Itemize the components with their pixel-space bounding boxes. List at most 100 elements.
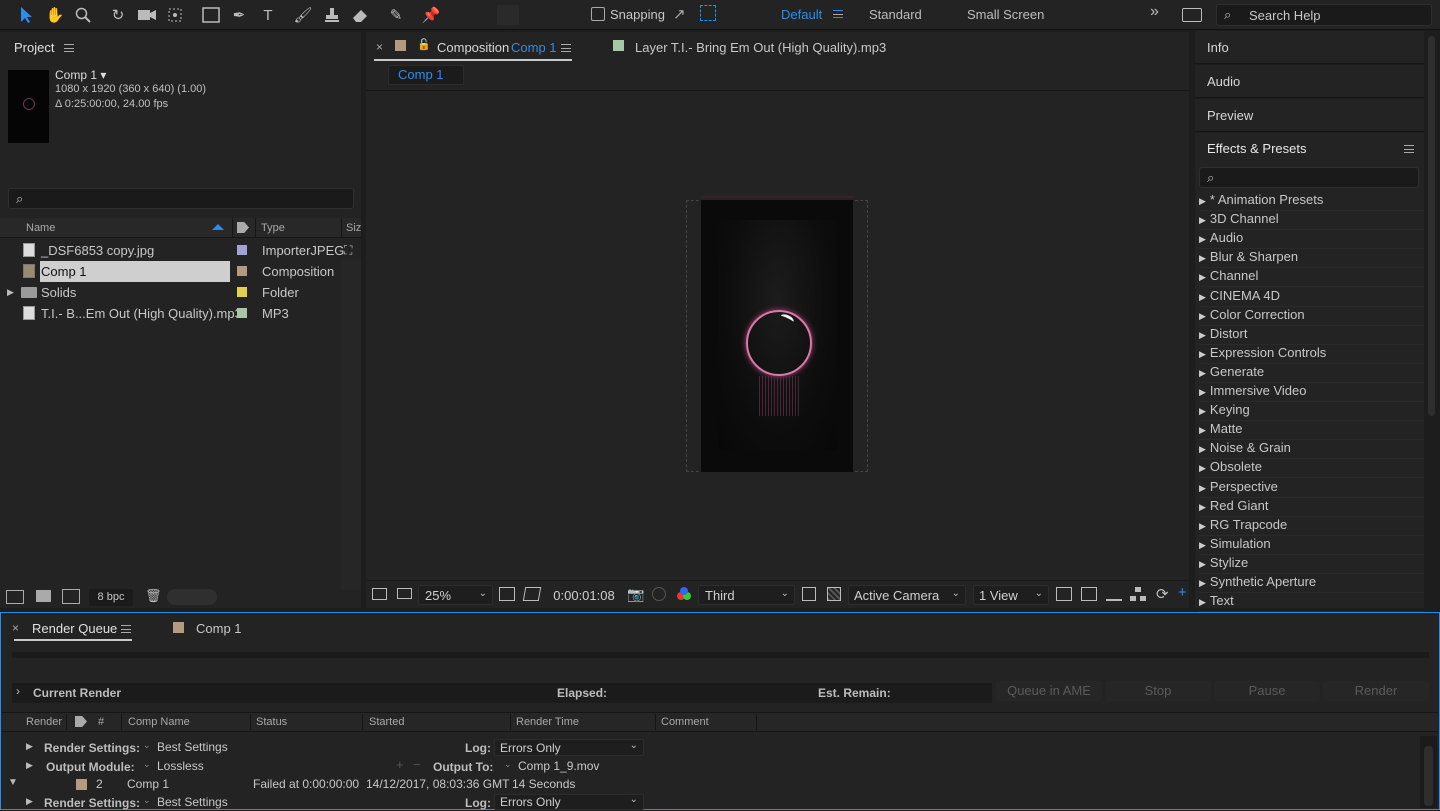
workspace-standard[interactable]: Standard xyxy=(869,7,922,22)
render-queue-scrollbar[interactable] xyxy=(1420,736,1437,808)
add-viewer-icon[interactable]: + xyxy=(1178,584,1187,601)
chevron-down-icon[interactable]: ⌄ xyxy=(143,795,151,806)
effects-menu-icon[interactable] xyxy=(1404,145,1414,153)
workspace-small-screen[interactable]: Small Screen xyxy=(967,7,1044,22)
chevron-down-icon[interactable]: ⌄ xyxy=(143,759,151,770)
eraser-tool-icon[interactable] xyxy=(348,3,372,27)
world-axis-icon[interactable] xyxy=(522,5,544,25)
project-item-mp3[interactable]: T.I.- B...Em Out (High Quality).mp3 MP3 xyxy=(0,303,360,324)
snapping-checkbox[interactable] xyxy=(591,7,605,21)
fast-draft-icon[interactable] xyxy=(1081,587,1097,601)
render-button[interactable]: Render xyxy=(1323,681,1429,701)
effects-category-item[interactable]: ▶ Immersive Video xyxy=(1199,383,1424,402)
col-status[interactable]: Status xyxy=(256,716,287,728)
flowchart-icon[interactable] xyxy=(1130,587,1146,601)
chevron-down-icon[interactable]: ⌄ xyxy=(143,740,151,751)
col-name-header[interactable]: Name xyxy=(26,222,55,234)
fit-grid-icon[interactable] xyxy=(499,587,515,601)
render-item-row-2[interactable]: ▼ 2 Comp 1 Failed at 0:00:00:00 14/12/20… xyxy=(0,775,1420,793)
col-render-time[interactable]: Render Time xyxy=(516,716,579,728)
close-tab-icon[interactable]: × xyxy=(376,40,383,54)
label-swatch[interactable] xyxy=(237,266,247,276)
effects-search-field[interactable]: ⌕ xyxy=(1199,167,1419,188)
view-layout-dropdown[interactable]: 1 View ⌄ xyxy=(973,585,1049,605)
pause-button[interactable]: Pause xyxy=(1214,681,1320,701)
snapshot-icon[interactable]: 📷 xyxy=(627,586,644,603)
bpc-button[interactable]: 8 bpc xyxy=(89,589,133,606)
snap-edges-icon[interactable]: ↗ xyxy=(673,5,686,23)
local-axis-icon[interactable] xyxy=(497,5,519,25)
close-tab-icon[interactable]: × xyxy=(12,621,19,635)
effects-category-item[interactable]: ▶ Red Giant xyxy=(1199,498,1424,517)
brush-tool-icon[interactable]: 🖌 xyxy=(291,3,315,27)
right-scrollbar-track[interactable] xyxy=(1426,32,1438,608)
region-of-interest-icon[interactable] xyxy=(522,587,542,601)
effects-category-item[interactable]: ▶ Blur & Sharpen xyxy=(1199,249,1424,269)
log-dropdown[interactable]: Errors Only ⌄ xyxy=(494,794,644,810)
selection-tool-icon[interactable] xyxy=(14,3,38,27)
rotate-tool-icon[interactable]: ↻ xyxy=(106,3,130,27)
project-item-jpg[interactable]: _DSF6853 copy.jpg ImporterJPEG ⛶ xyxy=(0,240,360,261)
queue-in-ame-button[interactable]: Queue in AME xyxy=(996,681,1102,701)
view-axis-icon[interactable] xyxy=(548,5,570,25)
fast-preview-icon[interactable] xyxy=(802,587,816,601)
type-tool-icon[interactable]: T xyxy=(256,3,280,27)
search-help-field[interactable]: ⌕ Search Help xyxy=(1216,4,1432,26)
reset-exposure-icon[interactable]: ⟳ xyxy=(1156,585,1169,603)
project-menu-icon[interactable] xyxy=(64,44,74,52)
always-preview-icon[interactable] xyxy=(372,588,387,600)
clone-stamp-tool-icon[interactable] xyxy=(320,3,344,27)
effects-category-item[interactable]: ▶ Color Correction xyxy=(1199,307,1424,326)
project-panel-title[interactable]: Project xyxy=(14,40,54,55)
timeline-icon[interactable] xyxy=(1106,587,1122,601)
expand-arrow-icon[interactable]: ▶ xyxy=(26,796,33,807)
render-settings-value[interactable]: Best Settings xyxy=(157,795,228,809)
output-to-value[interactable]: Comp 1_9.mov xyxy=(518,759,599,773)
effects-category-item[interactable]: ▶ Generate xyxy=(1199,364,1424,383)
col-started[interactable]: Started xyxy=(369,716,404,728)
output-module-value[interactable]: Lossless xyxy=(157,759,204,773)
workspace-options-icon[interactable] xyxy=(1182,8,1202,22)
display-icon[interactable] xyxy=(397,588,412,599)
effects-category-item[interactable]: ▶ Text xyxy=(1199,593,1424,613)
effects-category-item[interactable]: ▶ Noise & Grain xyxy=(1199,440,1424,460)
col-comment[interactable]: Comment xyxy=(661,716,709,728)
effects-category-item[interactable]: ▶ 3D Channel xyxy=(1199,211,1424,231)
composition-tab-name[interactable]: Comp 1 xyxy=(511,40,557,55)
transparency-grid-icon[interactable] xyxy=(827,587,841,601)
col-render[interactable]: Render xyxy=(26,716,62,728)
stop-button[interactable]: Stop xyxy=(1105,681,1211,701)
remove-output-icon[interactable]: − xyxy=(413,757,421,772)
zoom-dropdown[interactable]: 25% ⌄ xyxy=(418,585,493,605)
current-time[interactable]: 0:00:01:08 xyxy=(549,586,619,606)
composition-canvas[interactable] xyxy=(701,200,853,472)
hand-tool-icon[interactable]: ✋ xyxy=(43,3,67,27)
effects-category-item[interactable]: ▶ Expression Controls xyxy=(1199,345,1424,364)
puppet-pin-tool-icon[interactable]: 📌 xyxy=(419,3,443,27)
project-search-field[interactable]: ⌕ xyxy=(8,188,354,209)
expand-arrow-icon[interactable]: › xyxy=(16,684,20,698)
label-swatch[interactable] xyxy=(237,245,247,255)
more-workspaces-icon[interactable]: » xyxy=(1150,3,1159,21)
render-queue-tab[interactable]: Render Queue xyxy=(32,621,117,636)
effects-category-item[interactable]: ▶ CINEMA 4D xyxy=(1199,288,1424,307)
composition-menu-icon[interactable] xyxy=(561,44,571,52)
render-comp-tab[interactable]: Comp 1 xyxy=(196,621,242,636)
effects-category-item[interactable]: ▶ Simulation xyxy=(1199,536,1424,555)
log-dropdown[interactable]: Errors Only ⌄ xyxy=(494,739,644,756)
col-number[interactable]: # xyxy=(98,716,104,728)
col-size-header[interactable]: Siz xyxy=(346,222,361,234)
sort-ascending-icon[interactable] xyxy=(212,224,224,230)
expand-arrow-icon[interactable]: ▶ xyxy=(7,287,14,298)
project-item-folder[interactable]: ▶ Solids Folder xyxy=(0,282,360,303)
effects-category-item[interactable]: ▶ Keying xyxy=(1199,402,1424,422)
effects-category-item[interactable]: ▶ * Animation Presets xyxy=(1199,192,1424,211)
show-snapshot-icon[interactable] xyxy=(652,587,666,601)
interpret-footage-icon[interactable] xyxy=(6,590,24,604)
effects-category-item[interactable]: ▶ Stylize xyxy=(1199,555,1424,574)
rectangle-tool-icon[interactable] xyxy=(199,3,223,27)
comp-breadcrumb[interactable]: Comp 1 xyxy=(388,65,464,85)
info-panel-tab[interactable]: Info xyxy=(1195,31,1424,64)
audio-panel-tab[interactable]: Audio xyxy=(1195,65,1424,98)
label-tag-icon[interactable] xyxy=(237,222,249,233)
